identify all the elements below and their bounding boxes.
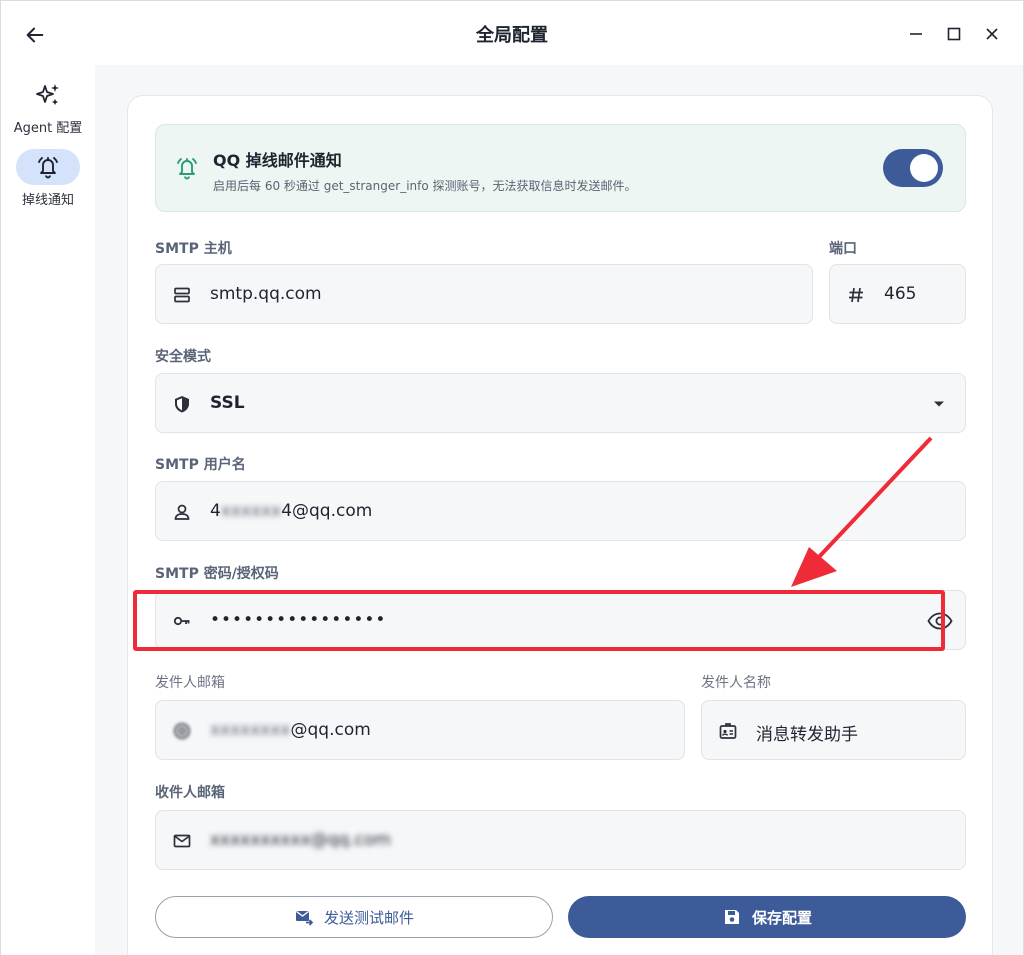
annotation-arrow-icon — [791, 436, 933, 587]
app-window: 全局配置 Agent 配置 掉线通知 QQ 掉线邮件通知 启用后每 60 秒通过… — [0, 0, 1024, 955]
